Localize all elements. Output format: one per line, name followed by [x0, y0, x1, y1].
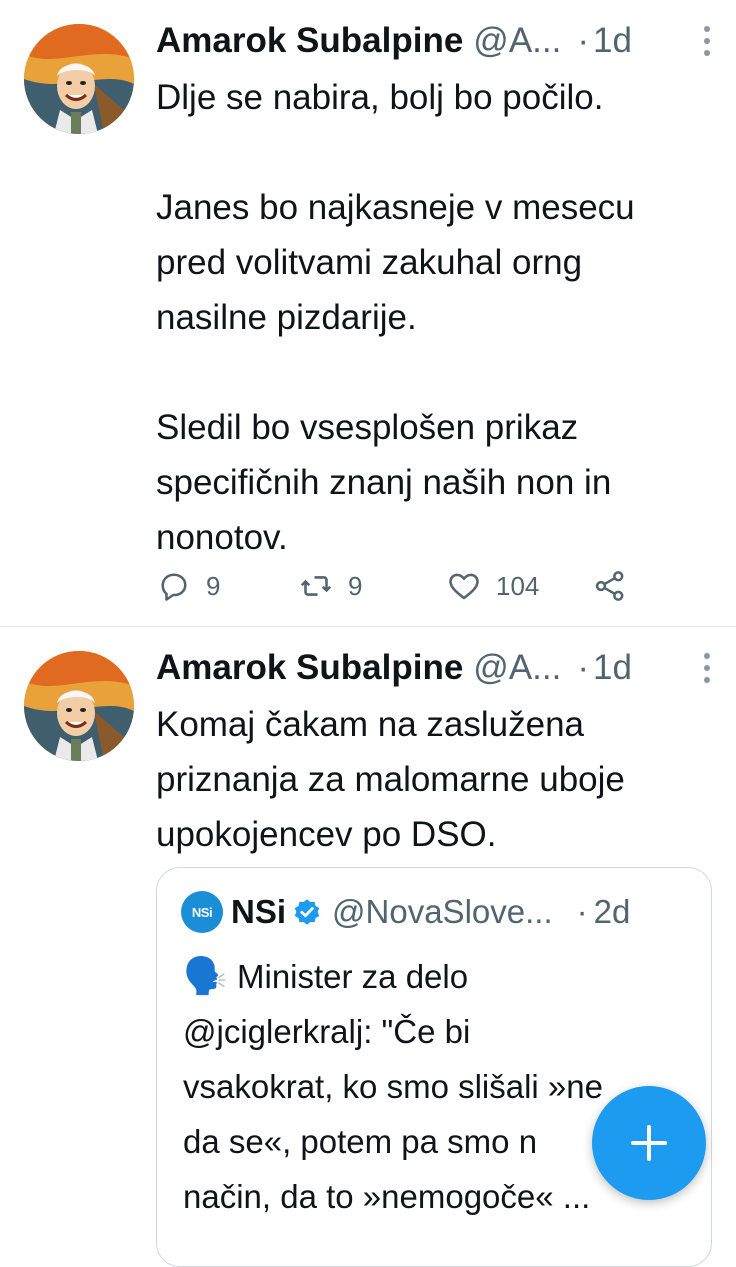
quoted-tweet-body: Minister za delo @jciglerkralj: "Če bi v… — [183, 958, 603, 1215]
more-vertical-icon[interactable] — [702, 651, 712, 685]
tweet-text: Komaj čakam na zaslužena priznanja za ma… — [156, 705, 625, 854]
author-handle[interactable]: @A... — [473, 648, 561, 688]
verified-badge-icon — [294, 899, 320, 925]
reply-count: 9 — [206, 570, 221, 601]
tweet-actions: 9 9 104 — [156, 564, 636, 608]
tweet-text: Dlje se nabira, bolj bo počilo. Janes bo… — [156, 78, 635, 557]
retweet-button[interactable]: 9 — [298, 564, 362, 608]
quoted-author-logo: NSi — [181, 891, 223, 933]
like-button[interactable]: 104 — [446, 564, 539, 608]
tweet-header: Amarok Subalpine @A... · 1d — [156, 18, 712, 64]
timestamp[interactable]: 1d — [593, 21, 632, 61]
retweet-icon — [300, 576, 332, 596]
quoted-tweet[interactable]: NSi NSi @NovaSlove... · 2d 🗣️ Minister z… — [156, 867, 712, 1267]
author-handle[interactable]: @A... — [473, 21, 561, 61]
quoted-author-name: NSi — [231, 893, 287, 930]
share-button[interactable] — [592, 564, 642, 608]
separator: · — [577, 21, 589, 60]
more-vertical-icon[interactable] — [702, 24, 712, 58]
separator: · — [576, 893, 588, 930]
avatar[interactable] — [24, 651, 134, 761]
tweet[interactable]: Amarok Subalpine @A... · 1d Dlje se nabi… — [0, 0, 736, 626]
separator: · — [577, 648, 589, 687]
speaking-head-emoji: 🗣️ — [183, 955, 228, 996]
author-name[interactable]: Amarok Subalpine — [156, 21, 463, 61]
compose-tweet-button[interactable] — [592, 1086, 706, 1200]
avatar[interactable] — [24, 24, 134, 134]
quoted-timestamp: 2d — [593, 893, 631, 930]
retweet-count: 9 — [348, 570, 363, 601]
reply-button[interactable]: 9 — [156, 564, 220, 608]
share-icon — [595, 571, 624, 601]
like-count: 104 — [496, 570, 540, 601]
heart-icon — [449, 573, 479, 600]
tweet-header: Amarok Subalpine @A... · 1d — [156, 645, 712, 691]
reply-icon — [161, 573, 187, 601]
author-name[interactable]: Amarok Subalpine — [156, 648, 463, 688]
quoted-author-handle: @NovaSlove... — [332, 893, 553, 930]
timestamp[interactable]: 1d — [593, 648, 632, 688]
plus-icon — [631, 1125, 667, 1161]
quoted-tweet-header: NSi NSi @NovaSlove... · 2d — [181, 891, 691, 933]
